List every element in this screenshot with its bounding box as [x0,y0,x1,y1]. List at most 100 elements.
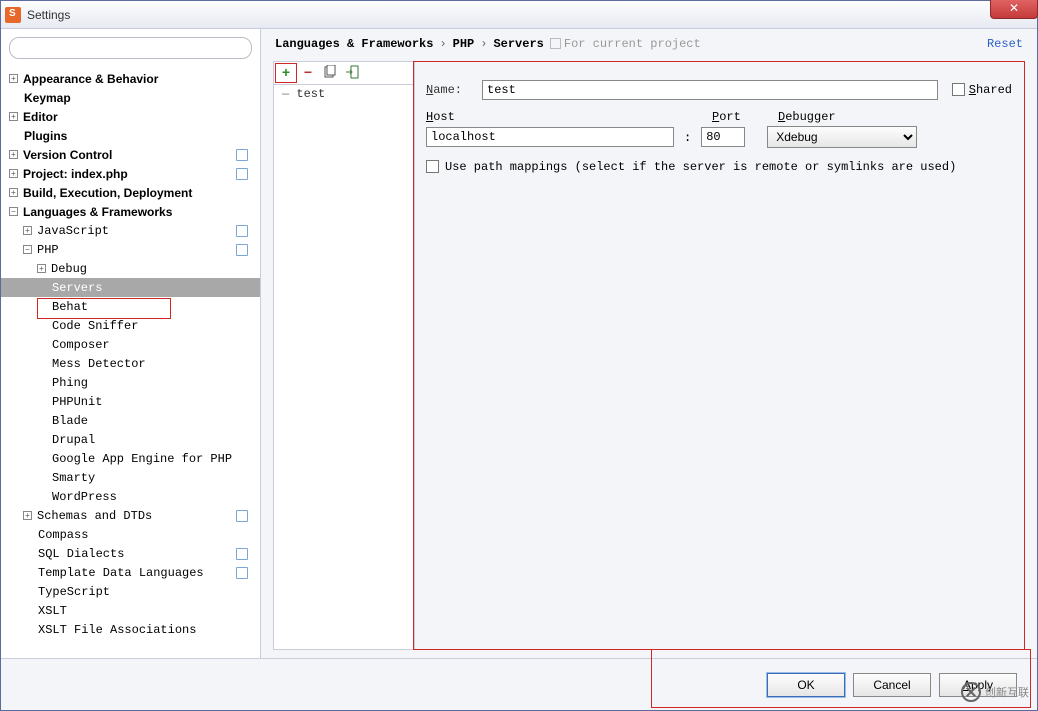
tree-item-label: Template Data Languages [38,566,204,580]
tree-item-editor[interactable]: + Editor [1,107,260,126]
tree-item-label: Servers [52,281,102,295]
tree-item-appearance-behavior[interactable]: + Appearance & Behavior [1,69,260,88]
tree-item-keymap[interactable]: Keymap [1,88,260,107]
tree-item-label: Smarty [52,471,95,485]
tree-item-label: Compass [38,528,88,542]
add-server-icon[interactable]: + [278,64,294,80]
tree-item-label: WordPress [52,490,117,504]
breadcrumb: Languages & Frameworks › PHP › Servers F… [261,29,1037,53]
tree-item-label: Debug [51,262,87,276]
tree-item-plugins[interactable]: Plugins [1,126,260,145]
cancel-button[interactable]: Cancel [853,673,931,697]
tree-item-typescript[interactable]: TypeScript [1,582,260,601]
tree-item-label: JavaScript [37,224,109,238]
ok-button[interactable]: OK [767,673,845,697]
apply-button[interactable]: Apply [939,673,1017,697]
path-mappings-checkbox[interactable] [426,160,445,174]
dialog-button-bar: OK Cancel Apply [1,658,1037,710]
tree-item-label: Appearance & Behavior [23,72,158,86]
project-scope-icon [236,168,248,180]
expand-toggle-icon[interactable]: + [23,226,32,235]
expand-toggle-icon[interactable]: + [9,112,18,121]
tree-item-label: XSLT File Associations [38,623,196,637]
settings-tree[interactable]: + Appearance & Behavior Keymap + Editor Plugi… [1,67,260,658]
settings-sidebar: + Appearance & Behavior Keymap + Editor Plugi… [1,29,261,658]
host-port-separator: : [684,130,691,144]
tree-item-project-index-php[interactable]: +Project: index.php [1,164,260,183]
tree-item-code-sniffer[interactable]: Code Sniffer [1,316,260,335]
reset-link[interactable]: Reset [987,37,1023,51]
tree-item-label: XSLT [38,604,67,618]
tree-item-label: Google App Engine for PHP [52,452,232,466]
tree-item-version-control[interactable]: + Version Control [1,145,260,164]
tree-item-google-app-engine-for-php[interactable]: Google App Engine for PHP [1,449,260,468]
debugger-select[interactable]: Xdebug [767,126,917,148]
expand-toggle-icon[interactable]: + [37,264,46,273]
tree-item-label: Schemas and DTDs [37,509,152,523]
remove-server-icon[interactable]: − [300,64,316,80]
name-label: Name: [426,83,482,97]
tree-item-label: TypeScript [38,585,110,599]
server-name-input[interactable] [482,80,938,100]
crumb-servers[interactable]: Servers [493,37,543,51]
titlebar: Settings ✕ [1,1,1037,29]
crumb-separator: › [439,37,446,51]
tree-item-wordpress[interactable]: WordPress [1,487,260,506]
tree-item-label: Version Control [23,148,112,162]
tree-item-label: Behat [52,300,88,314]
tree-item-php[interactable]: −PHP [1,240,260,259]
tree-item-build-execution-deployment[interactable]: +Build, Execution, Deployment [1,183,260,202]
tree-item-javascript[interactable]: + JavaScript [1,221,260,240]
crumb-php[interactable]: PHP [453,37,475,51]
tree-item-xslt-file-associations[interactable]: XSLT File Associations [1,620,260,639]
expand-toggle-icon[interactable]: − [23,245,32,254]
tree-item-compass[interactable]: Compass [1,525,260,544]
tree-item-blade[interactable]: Blade [1,411,260,430]
import-server-icon[interactable] [344,64,360,80]
tree-item-behat[interactable]: Behat [1,297,260,316]
search-input[interactable] [9,37,252,59]
server-list-item[interactable]: test [274,85,414,103]
tree-item-label: PHPUnit [52,395,102,409]
tree-item-xslt[interactable]: XSLT [1,601,260,620]
tree-item-sql-dialects[interactable]: SQL Dialects [1,544,260,563]
expand-toggle-icon[interactable]: + [9,188,18,197]
crumb-separator: › [480,37,487,51]
tree-item-smarty[interactable]: Smarty [1,468,260,487]
tree-item-schemas-and-dtds[interactable]: + Schemas and DTDs [1,506,260,525]
tree-item-phing[interactable]: Phing [1,373,260,392]
tree-item-label: Languages & Frameworks [23,205,172,219]
copy-server-icon[interactable] [322,64,338,80]
close-button[interactable]: ✕ [990,0,1038,19]
tree-item-drupal[interactable]: Drupal [1,430,260,449]
tree-item-phpunit[interactable]: PHPUnit [1,392,260,411]
for-project-label: For current project [550,37,701,51]
window-title: Settings [27,8,70,22]
expand-toggle-icon[interactable]: − [9,207,18,216]
tree-item-mess-detector[interactable]: Mess Detector [1,354,260,373]
shared-checkbox[interactable] [952,83,969,97]
tree-item-debug[interactable]: + Debug [1,259,260,278]
port-input[interactable] [701,127,745,147]
tree-item-servers[interactable]: Servers [1,278,260,297]
tree-item-languages-frameworks[interactable]: −Languages & Frameworks [1,202,260,221]
expand-toggle-icon[interactable]: + [23,511,32,520]
tree-item-label: Mess Detector [52,357,146,371]
crumb-root[interactable]: Languages & Frameworks [275,37,433,51]
close-icon: ✕ [1009,1,1019,15]
port-label: Port [712,110,772,124]
tree-item-composer[interactable]: Composer [1,335,260,354]
server-list[interactable]: test [273,84,415,650]
host-input[interactable] [426,127,674,147]
tree-item-label: Editor [23,110,58,124]
expand-toggle-icon[interactable]: + [9,74,18,83]
server-list-panel: + − test [273,61,415,650]
path-mappings-label: Use path mappings (select if the server … [445,160,956,174]
app-icon [5,7,21,23]
expand-toggle-icon[interactable]: + [9,150,18,159]
tree-item-template-data-languages[interactable]: Template Data Languages [1,563,260,582]
expand-toggle-icon[interactable]: + [9,169,18,178]
debugger-label: Debugger [778,110,1012,124]
project-scope-icon [236,548,248,560]
project-scope-icon [236,567,248,579]
